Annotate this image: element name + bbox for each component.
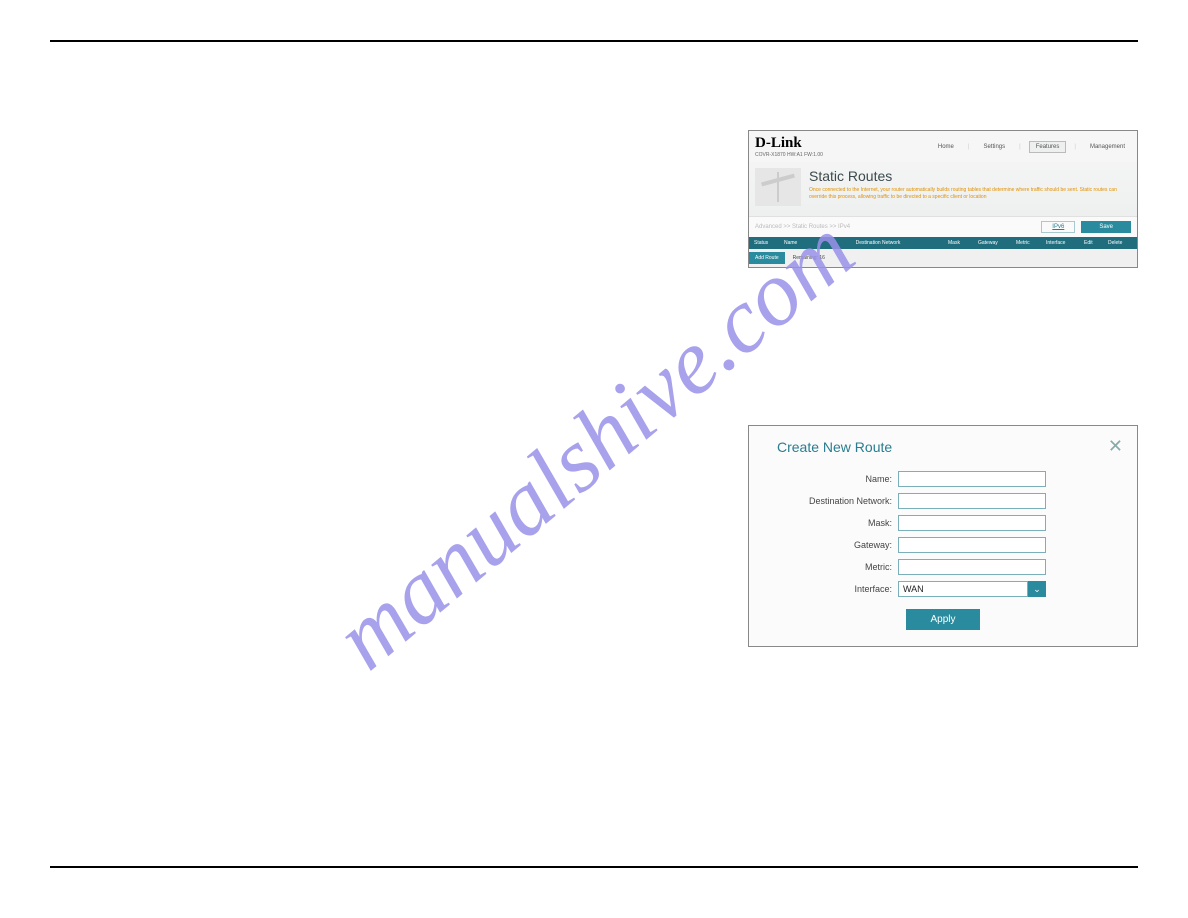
chevron-down-icon[interactable]: ⌄ — [1028, 581, 1046, 597]
save-button[interactable]: Save — [1081, 221, 1131, 233]
metric-field[interactable] — [898, 559, 1046, 575]
label-metric: Metric: — [763, 562, 898, 572]
screenshot-create-route-dialog: Create New Route ✕ Name: Destination Net… — [748, 425, 1138, 647]
close-icon[interactable]: ✕ — [1108, 436, 1123, 457]
page-divider-bottom — [50, 866, 1138, 868]
nav-management[interactable]: Management — [1084, 142, 1131, 152]
label-name: Name: — [763, 474, 898, 484]
dlink-logo: D-Link — [755, 135, 823, 152]
remaining-text: Remaining: 16 — [785, 255, 825, 261]
signpost-icon — [755, 168, 801, 206]
screenshot-static-routes: D-Link COVR-X1870 HW:A1 FW:1.00 Home | S… — [748, 130, 1138, 268]
nav-features[interactable]: Features — [1029, 141, 1067, 153]
col-metric: Metric — [1013, 240, 1043, 246]
interface-select[interactable]: WAN — [898, 581, 1028, 597]
page-divider-top — [50, 40, 1138, 42]
col-name: Name — [781, 240, 811, 246]
label-mask: Mask: — [763, 518, 898, 528]
gateway-field[interactable] — [898, 537, 1046, 553]
dialog-title: Create New Route — [763, 439, 892, 455]
name-field[interactable] — [898, 471, 1046, 487]
add-route-button[interactable]: Add Route — [749, 252, 785, 264]
table-header: Status Name Destination Network Mask Gat… — [749, 237, 1137, 249]
col-interface: Interface — [1043, 240, 1081, 246]
nav-home[interactable]: Home — [932, 142, 960, 152]
breadcrumb: Advanced >> Static Routes >> IPv4 — [755, 224, 850, 230]
destination-field[interactable] — [898, 493, 1046, 509]
apply-button[interactable]: Apply — [906, 609, 979, 630]
ipv6-button[interactable]: IPv6 — [1041, 221, 1075, 233]
model-text: COVR-X1870 HW:A1 FW:1.00 — [755, 152, 823, 158]
nav-divider: | — [962, 142, 976, 152]
nav-settings[interactable]: Settings — [977, 142, 1011, 152]
label-gateway: Gateway: — [763, 540, 898, 550]
nav-divider: | — [1068, 142, 1082, 152]
label-interface: Interface: — [763, 584, 898, 594]
col-dest: Destination Network — [811, 240, 945, 246]
page-title: Static Routes — [809, 168, 1131, 184]
page-description: Once connected to the Internet, your rou… — [809, 187, 1131, 200]
col-gateway: Gateway — [975, 240, 1013, 246]
col-delete: Delete — [1105, 240, 1135, 246]
label-dest: Destination Network: — [763, 496, 898, 506]
col-edit: Edit — [1081, 240, 1105, 246]
col-mask: Mask — [945, 240, 975, 246]
col-status: Status — [751, 240, 781, 246]
top-nav: Home | Settings | Features | Management — [932, 141, 1131, 153]
nav-divider: | — [1013, 142, 1027, 152]
mask-field[interactable] — [898, 515, 1046, 531]
